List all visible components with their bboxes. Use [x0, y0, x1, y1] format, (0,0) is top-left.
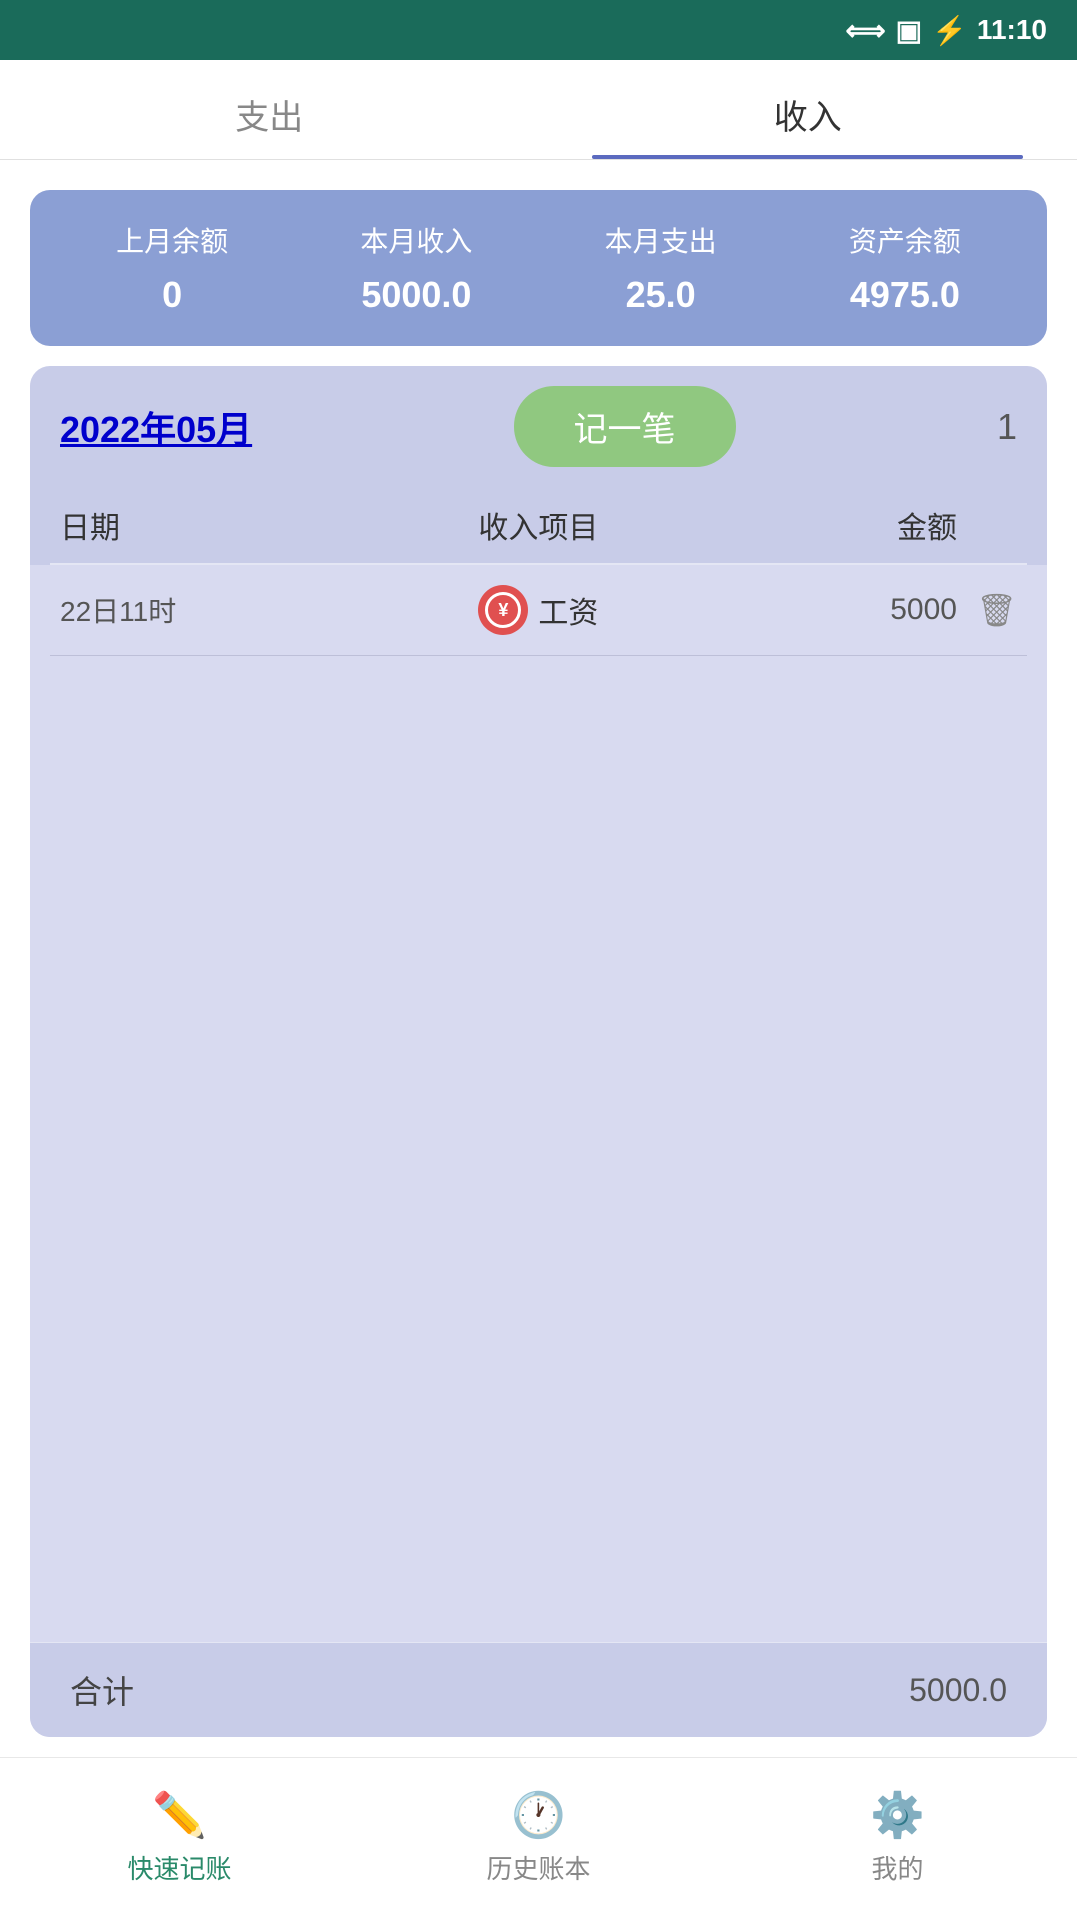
table-body: 22日11时 ¥ 工资 5000 🗑: [30, 565, 1047, 1642]
bottom-nav: ✏️ 快速记账 🕐 历史账本 ⚙️ 我的: [0, 1757, 1077, 1917]
clock-icon: 🕐: [511, 1789, 566, 1841]
nav-mine[interactable]: ⚙️ 我的: [718, 1758, 1077, 1917]
expense-label: 本月支出: [539, 220, 783, 260]
card-footer: 合计 5000.0: [30, 1642, 1047, 1737]
footer-value: 5000.0: [909, 1672, 1007, 1709]
nav-quick-account[interactable]: ✏️ 快速记账: [0, 1758, 359, 1917]
row-amount: 5000: [718, 593, 957, 627]
nav-mine-label: 我的: [871, 1849, 923, 1886]
summary-item-prev-balance: 上月余额 0: [50, 220, 294, 316]
delete-record-button[interactable]: 🗑: [957, 591, 1017, 629]
yuan-icon: ¥: [485, 592, 521, 628]
nav-quick-label: 快速记账: [127, 1849, 231, 1886]
tab-expense[interactable]: 支出: [0, 60, 539, 159]
income-value: 5000.0: [294, 274, 538, 316]
row-divider: [50, 655, 1027, 656]
battery-icon: ⚡: [932, 14, 967, 47]
row-icon: ¥: [478, 585, 528, 635]
summary-item-asset: 资产余额 4975.0: [783, 220, 1027, 316]
summary-row: 上月余额 0 本月收入 5000.0 本月支出 25.0 资产余额 4975.0: [50, 220, 1027, 316]
tab-bar: 支出 收入: [0, 60, 1077, 160]
nav-history[interactable]: 🕐 历史账本: [359, 1758, 718, 1917]
table-header: 日期 收入项目 金额: [30, 487, 1047, 563]
nav-history-label: 历史账本: [486, 1849, 590, 1886]
status-bar: ⟺ ▣ ⚡ 11:10: [0, 0, 1077, 60]
prev-balance-value: 0: [50, 274, 294, 316]
card-header: 2022年05月 记一笔 1: [30, 366, 1047, 487]
col-header-amount: 金额: [718, 503, 957, 547]
summary-item-expense: 本月支出 25.0: [539, 220, 783, 316]
asset-label: 资产余额: [783, 220, 1027, 260]
summary-item-income: 本月收入 5000.0: [294, 220, 538, 316]
add-record-button[interactable]: 记一笔: [514, 386, 736, 467]
trash-icon: 🗑: [976, 591, 1017, 629]
main-card: 2022年05月 记一笔 1 日期 收入项目 金额 22日11时 ¥ 工资 50…: [30, 366, 1047, 1737]
col-header-date: 日期: [60, 503, 359, 547]
month-label[interactable]: 2022年05月: [60, 401, 252, 453]
summary-card: 上月余额 0 本月收入 5000.0 本月支出 25.0 资产余额 4975.0: [30, 190, 1047, 346]
tab-income[interactable]: 收入: [539, 60, 1077, 159]
footer-label: 合计: [70, 1667, 134, 1713]
row-category-col: ¥ 工资: [359, 585, 718, 635]
expense-value: 25.0: [539, 274, 783, 316]
row-date: 22日11时: [60, 590, 359, 630]
gear-icon: ⚙️: [870, 1789, 925, 1841]
table-row: 22日11时 ¥ 工资 5000 🗑: [30, 565, 1047, 655]
record-count: 1: [997, 406, 1017, 448]
col-header-category: 收入项目: [359, 503, 718, 547]
pencil-icon: ✏️: [152, 1789, 207, 1841]
income-label: 本月收入: [294, 220, 538, 260]
asset-value: 4975.0: [783, 274, 1027, 316]
status-icons: ⟺ ▣ ⚡ 11:10: [845, 14, 1047, 47]
connectivity-icon: ⟺: [845, 14, 885, 47]
prev-balance-label: 上月余额: [50, 220, 294, 260]
signal-icon: ▣: [896, 14, 922, 47]
clock: 11:10: [977, 14, 1047, 46]
row-category: 工资: [538, 588, 598, 632]
